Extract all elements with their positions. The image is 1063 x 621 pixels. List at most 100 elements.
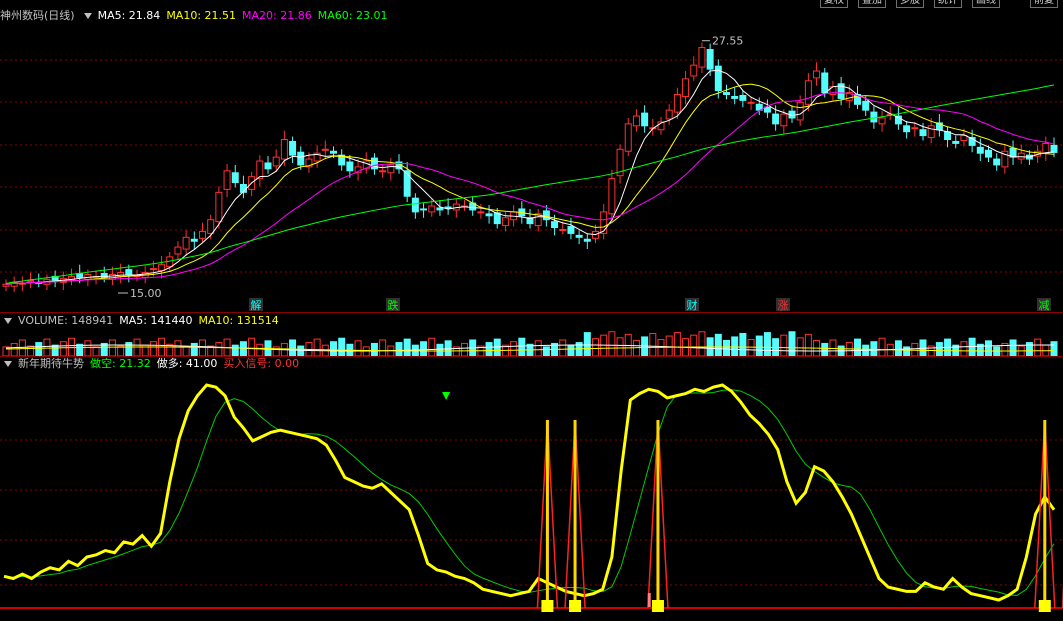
candle-body	[223, 170, 231, 190]
volume-bar	[149, 341, 157, 357]
ma60-label: MA60: 23.01	[317, 9, 388, 22]
down-arrow-icon	[442, 392, 451, 400]
candle-body	[346, 161, 354, 172]
candle-body	[174, 246, 182, 255]
volume-bar	[854, 338, 861, 357]
price-info-bar: 神州数码(日线) MA5: 21.84 MA10: 21.51 MA20: 21.86…	[0, 8, 1063, 24]
volume-bar	[256, 343, 264, 357]
candle-body	[411, 197, 419, 213]
candle-body	[993, 158, 1001, 166]
vol-ma10-label: MA10: 131514	[198, 314, 279, 327]
ma5-label: MA5: 21.84	[97, 9, 161, 22]
toolbar-button-1[interactable]: 叠加	[858, 0, 886, 8]
candle-body	[665, 109, 673, 120]
volume-bar	[518, 337, 526, 357]
volume-bar	[542, 346, 550, 357]
volume-bar	[960, 341, 968, 357]
volume-bar	[215, 342, 223, 357]
volume-bar	[313, 338, 321, 357]
candle-body	[379, 170, 387, 173]
volume-bar	[1034, 338, 1042, 357]
candle-body	[952, 140, 960, 144]
volume-bar	[108, 339, 116, 357]
volume-bar	[239, 341, 247, 357]
candle-body	[763, 106, 771, 113]
candle-body	[731, 95, 739, 99]
short-label: 做空: 21.32	[90, 357, 151, 370]
candle-body	[256, 160, 264, 180]
volume-bar	[870, 341, 878, 357]
volume-bar	[968, 337, 976, 357]
volume-bar	[583, 332, 591, 357]
candle-body	[870, 111, 878, 123]
volume-bar	[10, 342, 18, 357]
candle-body	[567, 226, 575, 234]
volume-bar	[84, 340, 92, 357]
volume-bar	[35, 342, 43, 357]
event-tag: 跌	[388, 298, 399, 312]
candle-body	[330, 150, 337, 154]
candle-body	[673, 94, 681, 113]
toolbar-button-0[interactable]: 复权	[820, 0, 848, 8]
candle-body	[641, 112, 649, 127]
candle-body	[780, 113, 788, 127]
volume-bar	[673, 332, 681, 357]
candle-body	[551, 221, 559, 229]
volume-bar	[780, 334, 788, 357]
buy-signal-label: 买入信号: 0.00	[223, 357, 300, 370]
kline-chart-canvas: 27.55 15.00 解 跌 财 涨 减	[0, 35, 1063, 612]
candle-body	[608, 178, 616, 215]
volume-bar	[395, 342, 403, 357]
volume-bar	[731, 336, 739, 357]
volume-bar	[510, 341, 518, 357]
candle-body	[542, 210, 550, 221]
volume-bar	[821, 342, 829, 357]
candle-body	[207, 219, 215, 234]
candle-body	[428, 205, 436, 213]
indicator-info-bar: 新年期待牛势 做空: 21.32 做多: 41.00 买入信号: 0.00	[0, 356, 1063, 372]
toolbar-button-2[interactable]: 多股	[896, 0, 924, 8]
volume-bar	[788, 331, 796, 357]
candle-body	[272, 156, 280, 167]
volume-bar	[723, 339, 730, 357]
volume-bar	[534, 340, 542, 357]
volume-bar	[370, 342, 378, 357]
candle-body	[624, 123, 632, 152]
panel-divider	[0, 356, 1063, 357]
candle-body	[199, 230, 206, 239]
toolbar-button-3[interactable]: 统计	[934, 0, 962, 8]
candle-body	[985, 149, 992, 158]
volume-bar	[665, 335, 673, 357]
volume-bar	[714, 333, 722, 357]
candle-body	[583, 238, 591, 242]
dropdown-arrow-icon[interactable]	[83, 12, 92, 19]
candle-body	[878, 117, 886, 125]
toolbar: 复权 叠加 多股 统计 画线 前复	[0, 0, 1063, 8]
dropdown-arrow-icon[interactable]	[4, 360, 12, 367]
volume-bar	[420, 341, 428, 357]
candle-body	[821, 72, 829, 94]
ma20-label: MA20: 21.86	[242, 9, 312, 22]
candle-body	[706, 49, 714, 70]
volume-bar	[739, 332, 747, 357]
candle-body	[149, 268, 157, 271]
volume-bar	[68, 337, 75, 357]
candle-body	[321, 148, 329, 151]
volume-bar	[796, 337, 804, 357]
candle-body	[231, 172, 239, 184]
dropdown-arrow-icon[interactable]	[4, 317, 12, 324]
volume-bar	[690, 334, 698, 357]
volume-bar	[133, 338, 141, 357]
toolbar-button-5[interactable]: 前复	[1030, 0, 1058, 8]
candle-body	[420, 208, 428, 211]
candle-body	[1017, 152, 1025, 160]
volume-bar	[1050, 341, 1058, 357]
signal-marker	[569, 600, 582, 612]
small-signal-bar	[647, 593, 651, 607]
volume-info-bar: VOLUME: 148941 MA5: 141440 MA10: 131514	[0, 313, 1063, 329]
toolbar-button-4[interactable]: 画线	[972, 0, 1000, 8]
volume-bar	[616, 337, 624, 357]
ma-line-60	[5, 84, 1055, 284]
volume-bar	[567, 345, 575, 357]
volume-bar	[763, 332, 771, 357]
